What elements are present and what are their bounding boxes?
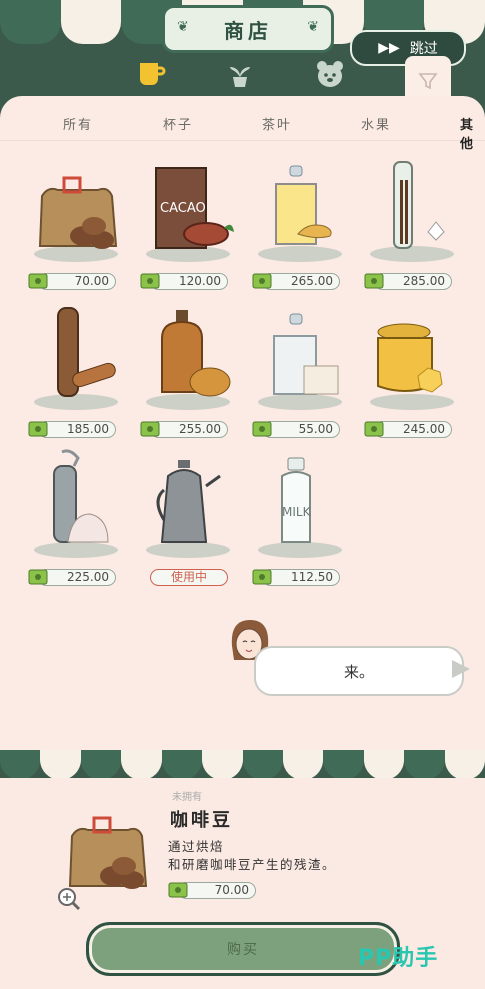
cream-siphon-icon xyxy=(53,449,109,543)
buy-button[interactable]: 购买 xyxy=(86,922,400,976)
price-tag: 225.00 xyxy=(28,569,116,586)
shop-item-cacao[interactable]: CACAO 120.00 xyxy=(136,150,248,290)
leaf-ornament-icon: ❦ xyxy=(177,19,189,35)
leaf-ornament-icon: ❦ xyxy=(307,19,319,35)
watermark: PP助手 xyxy=(358,946,439,971)
item-description-line2: 和研磨咖啡豆产生的残渣。 xyxy=(168,857,337,872)
buy-label: 购买 xyxy=(227,942,259,958)
fast-forward-icon: ▶▶ xyxy=(378,40,400,56)
price-tag: 285.00 xyxy=(364,273,452,290)
vanilla-bottle-icon xyxy=(393,161,445,249)
kettle-icon xyxy=(156,460,221,543)
price-tag: 185.00 xyxy=(28,421,116,438)
item-name: 咖啡豆 xyxy=(170,810,233,831)
shop-item-milk[interactable]: MILK 112.50 xyxy=(248,446,360,586)
shop-item-honey[interactable]: 245.00 xyxy=(360,298,472,438)
price-tag: 245.00 xyxy=(364,421,452,438)
syrup-bottle-icon xyxy=(161,310,231,397)
price-tag: 55.00 xyxy=(252,421,340,438)
bottom-awning xyxy=(0,750,485,780)
shop-item-vanilla[interactable]: 285.00 xyxy=(360,150,472,290)
tab-fruit[interactable]: 水果 xyxy=(361,114,391,133)
in-use-badge: 使用中 xyxy=(150,569,228,586)
ginger-jar-icon xyxy=(275,165,332,245)
coffee-beans-bag-icon xyxy=(38,176,118,249)
speech-tail xyxy=(452,660,470,678)
category-tabs: 所有 杯子 茶叶 水果 其他 xyxy=(0,104,485,152)
svg-text:MILK: MILK xyxy=(282,505,312,519)
pepper-mill-icon xyxy=(57,307,116,397)
item-description-line1: 通过烘焙 xyxy=(168,839,225,854)
filter-icon xyxy=(418,73,438,90)
shop-item-kettle[interactable]: 使用中 xyxy=(136,446,248,586)
tab-all[interactable]: 所有 xyxy=(63,114,93,133)
dialog-text: 来。 xyxy=(343,662,374,681)
shop-item-sugar[interactable]: 55.00 xyxy=(248,298,360,438)
zoom-icon[interactable] xyxy=(56,886,82,916)
cacao-box-icon: CACAO xyxy=(155,167,234,249)
shop-item-cinnamon[interactable]: 185.00 xyxy=(24,298,136,438)
price-tag: 265.00 xyxy=(252,273,340,290)
price-tag: 255.00 xyxy=(140,421,228,438)
tab-cups[interactable]: 杯子 xyxy=(163,114,193,133)
page-title: 商店 xyxy=(224,18,272,43)
speech-bubble: 来。 xyxy=(254,646,464,696)
tab-other[interactable]: 其他 xyxy=(460,114,485,152)
shop-item-syrup[interactable]: 255.00 xyxy=(136,298,248,438)
plant-icon[interactable] xyxy=(220,56,260,92)
honey-jar-icon xyxy=(377,323,443,393)
skip-label: 跳过 xyxy=(409,41,438,57)
bear-icon[interactable] xyxy=(310,56,350,92)
price-tag: 70.00 xyxy=(28,273,116,290)
detail-price-tag: 70.00 xyxy=(168,882,256,899)
ownership-tag: 未拥有 xyxy=(172,792,202,803)
shop-item-ginger[interactable]: 265.00 xyxy=(248,150,360,290)
cup-icon[interactable] xyxy=(130,56,170,92)
shop-item-coffee-beans[interactable]: 70.00 xyxy=(24,150,136,290)
shop-item-cream[interactable]: 225.00 xyxy=(24,446,136,586)
price-tag: 112.50 xyxy=(252,569,340,586)
price-tag: 120.00 xyxy=(140,273,228,290)
milk-bottle-icon: MILK xyxy=(281,457,312,543)
money-icon xyxy=(28,273,48,289)
sugar-jar-icon xyxy=(273,313,339,395)
shop-title-plate: ❦ 商店 ❦ xyxy=(162,5,334,53)
coffee-beans-bag-icon xyxy=(68,816,148,889)
svg-text:CACAO: CACAO xyxy=(160,201,206,216)
tab-tea[interactable]: 茶叶 xyxy=(262,114,292,133)
